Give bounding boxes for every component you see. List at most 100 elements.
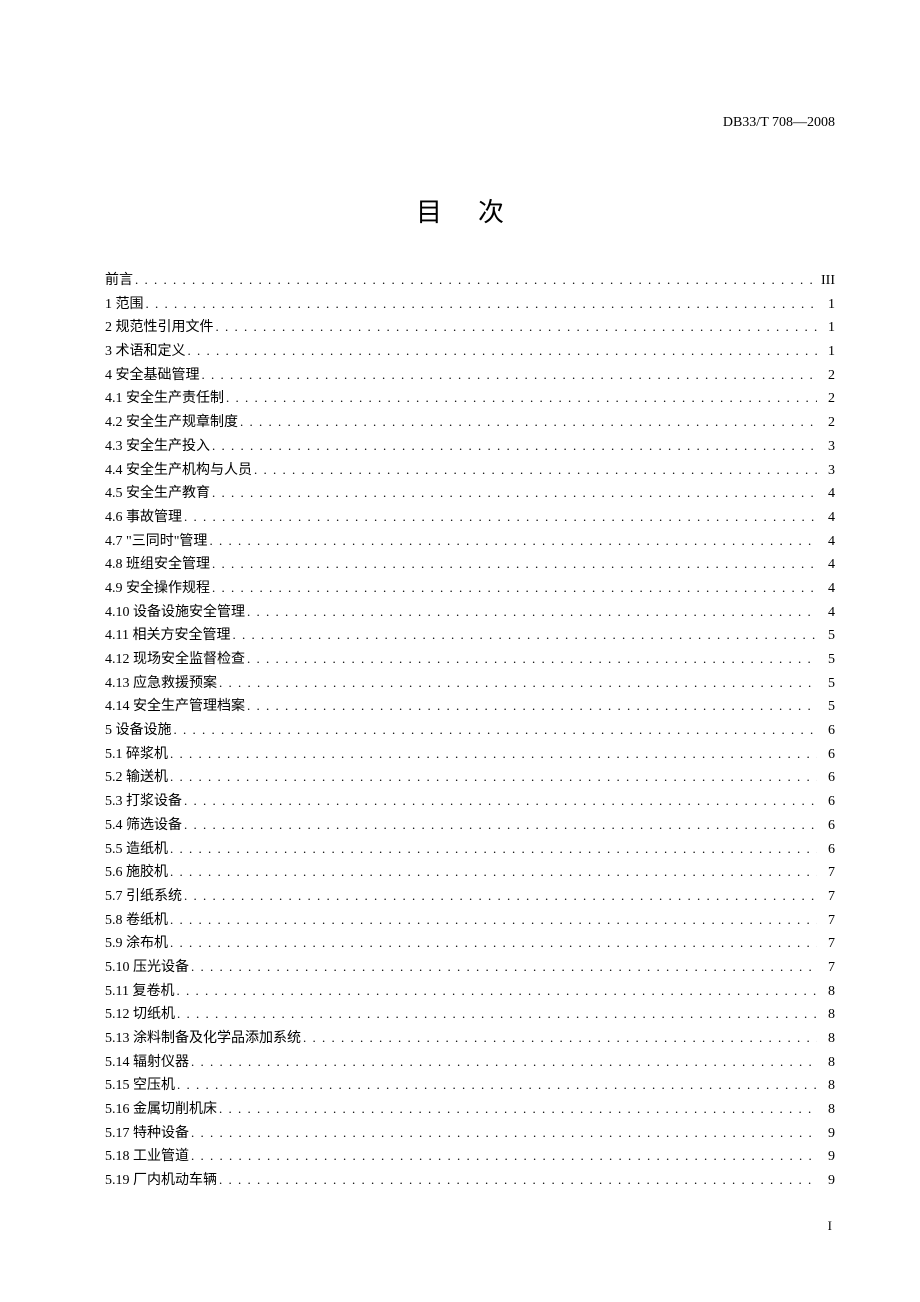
toc-entry-label: 5 设备设施: [105, 719, 172, 739]
toc-entry-label: 5.3 打浆设备: [105, 790, 182, 810]
toc-entry-label: 4.11 相关方安全管理: [105, 624, 230, 644]
toc-leader-dots: [144, 296, 818, 312]
toc-leader-dots: [217, 1172, 817, 1188]
toc-entry-label: 4.9 安全操作规程: [105, 577, 210, 597]
toc-entry: 前言III: [105, 269, 835, 293]
toc-leader-dots: [210, 556, 817, 572]
toc-leader-dots: [238, 414, 817, 430]
toc-entry-label: 4.12 现场安全监督检查: [105, 648, 245, 668]
toc-entry: 5 设备设施6: [105, 719, 835, 743]
toc-entry-page: 2: [817, 391, 835, 407]
toc-entry: 5.5 造纸机6: [105, 838, 835, 862]
toc-entry-page: 2: [817, 415, 835, 431]
toc-leader-dots: [301, 1030, 817, 1046]
toc-leader-dots: [182, 509, 817, 525]
toc-entry-label: 5.15 空压机: [105, 1074, 175, 1094]
toc-entry-page: 3: [817, 439, 835, 455]
toc-leader-dots: [210, 485, 817, 501]
toc-leader-dots: [182, 793, 817, 809]
toc-entry: 5.18 工业管道9: [105, 1145, 835, 1169]
toc-entry-page: 8: [817, 1031, 835, 1047]
toc-leader-dots: [182, 888, 817, 904]
toc-entry: 4 安全基础管理2: [105, 364, 835, 388]
toc-entry-page: 1: [817, 297, 835, 313]
toc-leader-dots: [168, 912, 817, 928]
toc-entry-page: 5: [817, 652, 835, 668]
toc-entry-page: 9: [817, 1149, 835, 1165]
toc-entry: 4.11 相关方安全管理5: [105, 624, 835, 648]
toc-entry: 4.6 事故管理4: [105, 506, 835, 530]
toc-entry-page: 4: [817, 534, 835, 550]
toc-entry-page: 8: [817, 984, 835, 1000]
toc-entry-label: 4.5 安全生产教育: [105, 482, 210, 502]
toc-leader-dots: [210, 438, 817, 454]
toc-entry-label: 4.7 "三同时"管理: [105, 530, 207, 550]
toc-entry-label: 5.8 卷纸机: [105, 909, 168, 929]
toc-entry: 4.9 安全操作规程 4: [105, 577, 835, 601]
toc-entry: 2 规范性引用文件 1: [105, 316, 835, 340]
toc-entry-label: 4.13 应急救援预案: [105, 672, 217, 692]
toc-entry: 4.3 安全生产投入 3: [105, 435, 835, 459]
toc-entry-page: III: [817, 273, 835, 289]
toc-entry-page: 4: [817, 581, 835, 597]
toc-entry: 4.8 班组安全管理4: [105, 553, 835, 577]
toc-leader-dots: [168, 746, 817, 762]
toc-entry-label: 2 规范性引用文件: [105, 316, 214, 336]
toc-entry: 5.8 卷纸机 7: [105, 909, 835, 933]
toc-entry-label: 5.16 金属切削机床: [105, 1098, 217, 1118]
toc-entry: 4.12 现场安全监督检查 5: [105, 648, 835, 672]
toc-leader-dots: [172, 722, 818, 738]
toc-entry-page: 9: [817, 1173, 835, 1189]
toc-entry: 5.19 厂内机动车辆9: [105, 1169, 835, 1193]
toc-entry-page: 4: [817, 486, 835, 502]
toc-leader-dots: [168, 935, 817, 951]
toc-entry-label: 5.12 切纸机: [105, 1003, 175, 1023]
toc-entry-label: 5.11 复卷机: [105, 980, 174, 1000]
toc-leader-dots: [189, 1125, 817, 1141]
toc-entry-label: 4.6 事故管理: [105, 506, 182, 526]
toc-entry: 3 术语和定义1: [105, 340, 835, 364]
toc-entry-label: 1 范围: [105, 293, 144, 313]
toc-entry: 5.6 施胶机7: [105, 861, 835, 885]
toc-entry: 4.13 应急救援预案5: [105, 672, 835, 696]
document-code: DB33/T 708—2008: [723, 115, 835, 131]
toc-entry-label: 5.17 特种设备: [105, 1122, 189, 1142]
toc-entry: 5.14 辐射仪器8: [105, 1051, 835, 1075]
toc-entry-label: 5.6 施胶机: [105, 861, 168, 881]
toc-entry: 5.11 复卷机 8: [105, 980, 835, 1004]
toc-entry-label: 5.2 输送机: [105, 766, 168, 786]
toc-entry-page: 4: [817, 605, 835, 621]
toc-entry-label: 4.4 安全生产机构与人员: [105, 459, 252, 479]
toc-entry-label: 5.1 碎浆机: [105, 743, 168, 763]
toc-leader-dots: [217, 1101, 817, 1117]
toc-entry: 5.1 碎浆机 6: [105, 743, 835, 767]
page-number: I: [828, 1218, 832, 1234]
toc-entry: 4.10 设备设施安全管理4: [105, 601, 835, 625]
toc-leader-dots: [200, 367, 818, 383]
toc-entry-page: 6: [817, 747, 835, 763]
toc-leader-dots: [189, 959, 817, 975]
toc-entry: 5.16 金属切削机床 8: [105, 1098, 835, 1122]
toc-entry-label: 4.3 安全生产投入: [105, 435, 210, 455]
toc-entry: 4.2 安全生产规章制度2: [105, 411, 835, 435]
toc-leader-dots: [168, 864, 817, 880]
toc-leader-dots: [133, 272, 817, 288]
toc-entry-label: 5.10 压光设备: [105, 956, 189, 976]
toc-leader-dots: [245, 604, 817, 620]
toc-leader-dots: [182, 817, 817, 833]
toc-entry: 1 范围 1: [105, 293, 835, 317]
toc-entry-page: 1: [817, 320, 835, 336]
toc-entry-page: 4: [817, 557, 835, 573]
toc-entry-page: 8: [817, 1102, 835, 1118]
toc-entry-page: 8: [817, 1078, 835, 1094]
toc-leader-dots: [189, 1054, 817, 1070]
toc-entry-page: 7: [817, 913, 835, 929]
toc-entry-label: 5.13 涂料制备及化学品添加系统: [105, 1027, 301, 1047]
toc-entry-page: 7: [817, 889, 835, 905]
toc-entry: 4.5 安全生产教育 4: [105, 482, 835, 506]
toc-entry: 4.4 安全生产机构与人员3: [105, 459, 835, 483]
toc-entry: 5.2 输送机6: [105, 766, 835, 790]
table-of-contents: 前言III1 范围 1 2 规范性引用文件 1 3 术语和定义14 安全基础管理2 4.1…: [105, 269, 835, 1193]
toc-leader-dots: [189, 1148, 817, 1164]
toc-leader-dots: [168, 841, 817, 857]
